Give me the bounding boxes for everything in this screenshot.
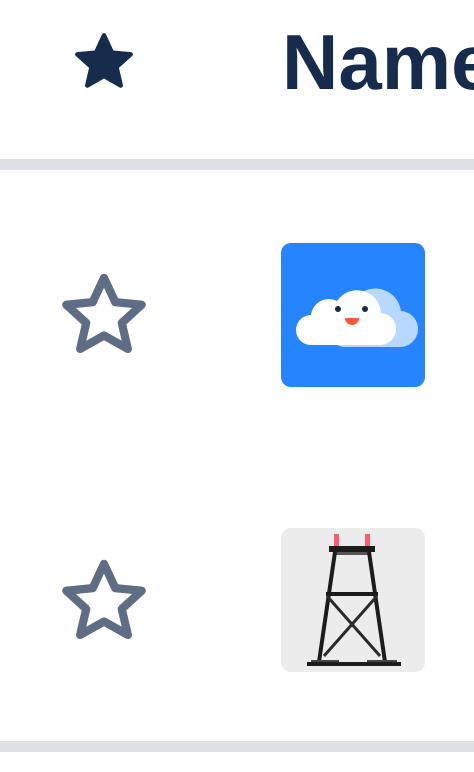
cloud-avatar-icon[interactable] [281, 243, 425, 387]
star-outline-icon[interactable] [50, 264, 158, 368]
table-row [0, 170, 474, 456]
projects-table: Name [0, 0, 474, 772]
tower-avatar-icon[interactable] [281, 528, 425, 672]
star-filled-icon[interactable] [70, 28, 138, 96]
table-header-row: Name [0, 0, 474, 160]
name-column-header[interactable]: Name [282, 14, 474, 110]
header-divider [0, 159, 474, 170]
star-outline-icon[interactable] [50, 550, 158, 654]
row-divider [0, 741, 474, 752]
table-row [0, 456, 474, 742]
